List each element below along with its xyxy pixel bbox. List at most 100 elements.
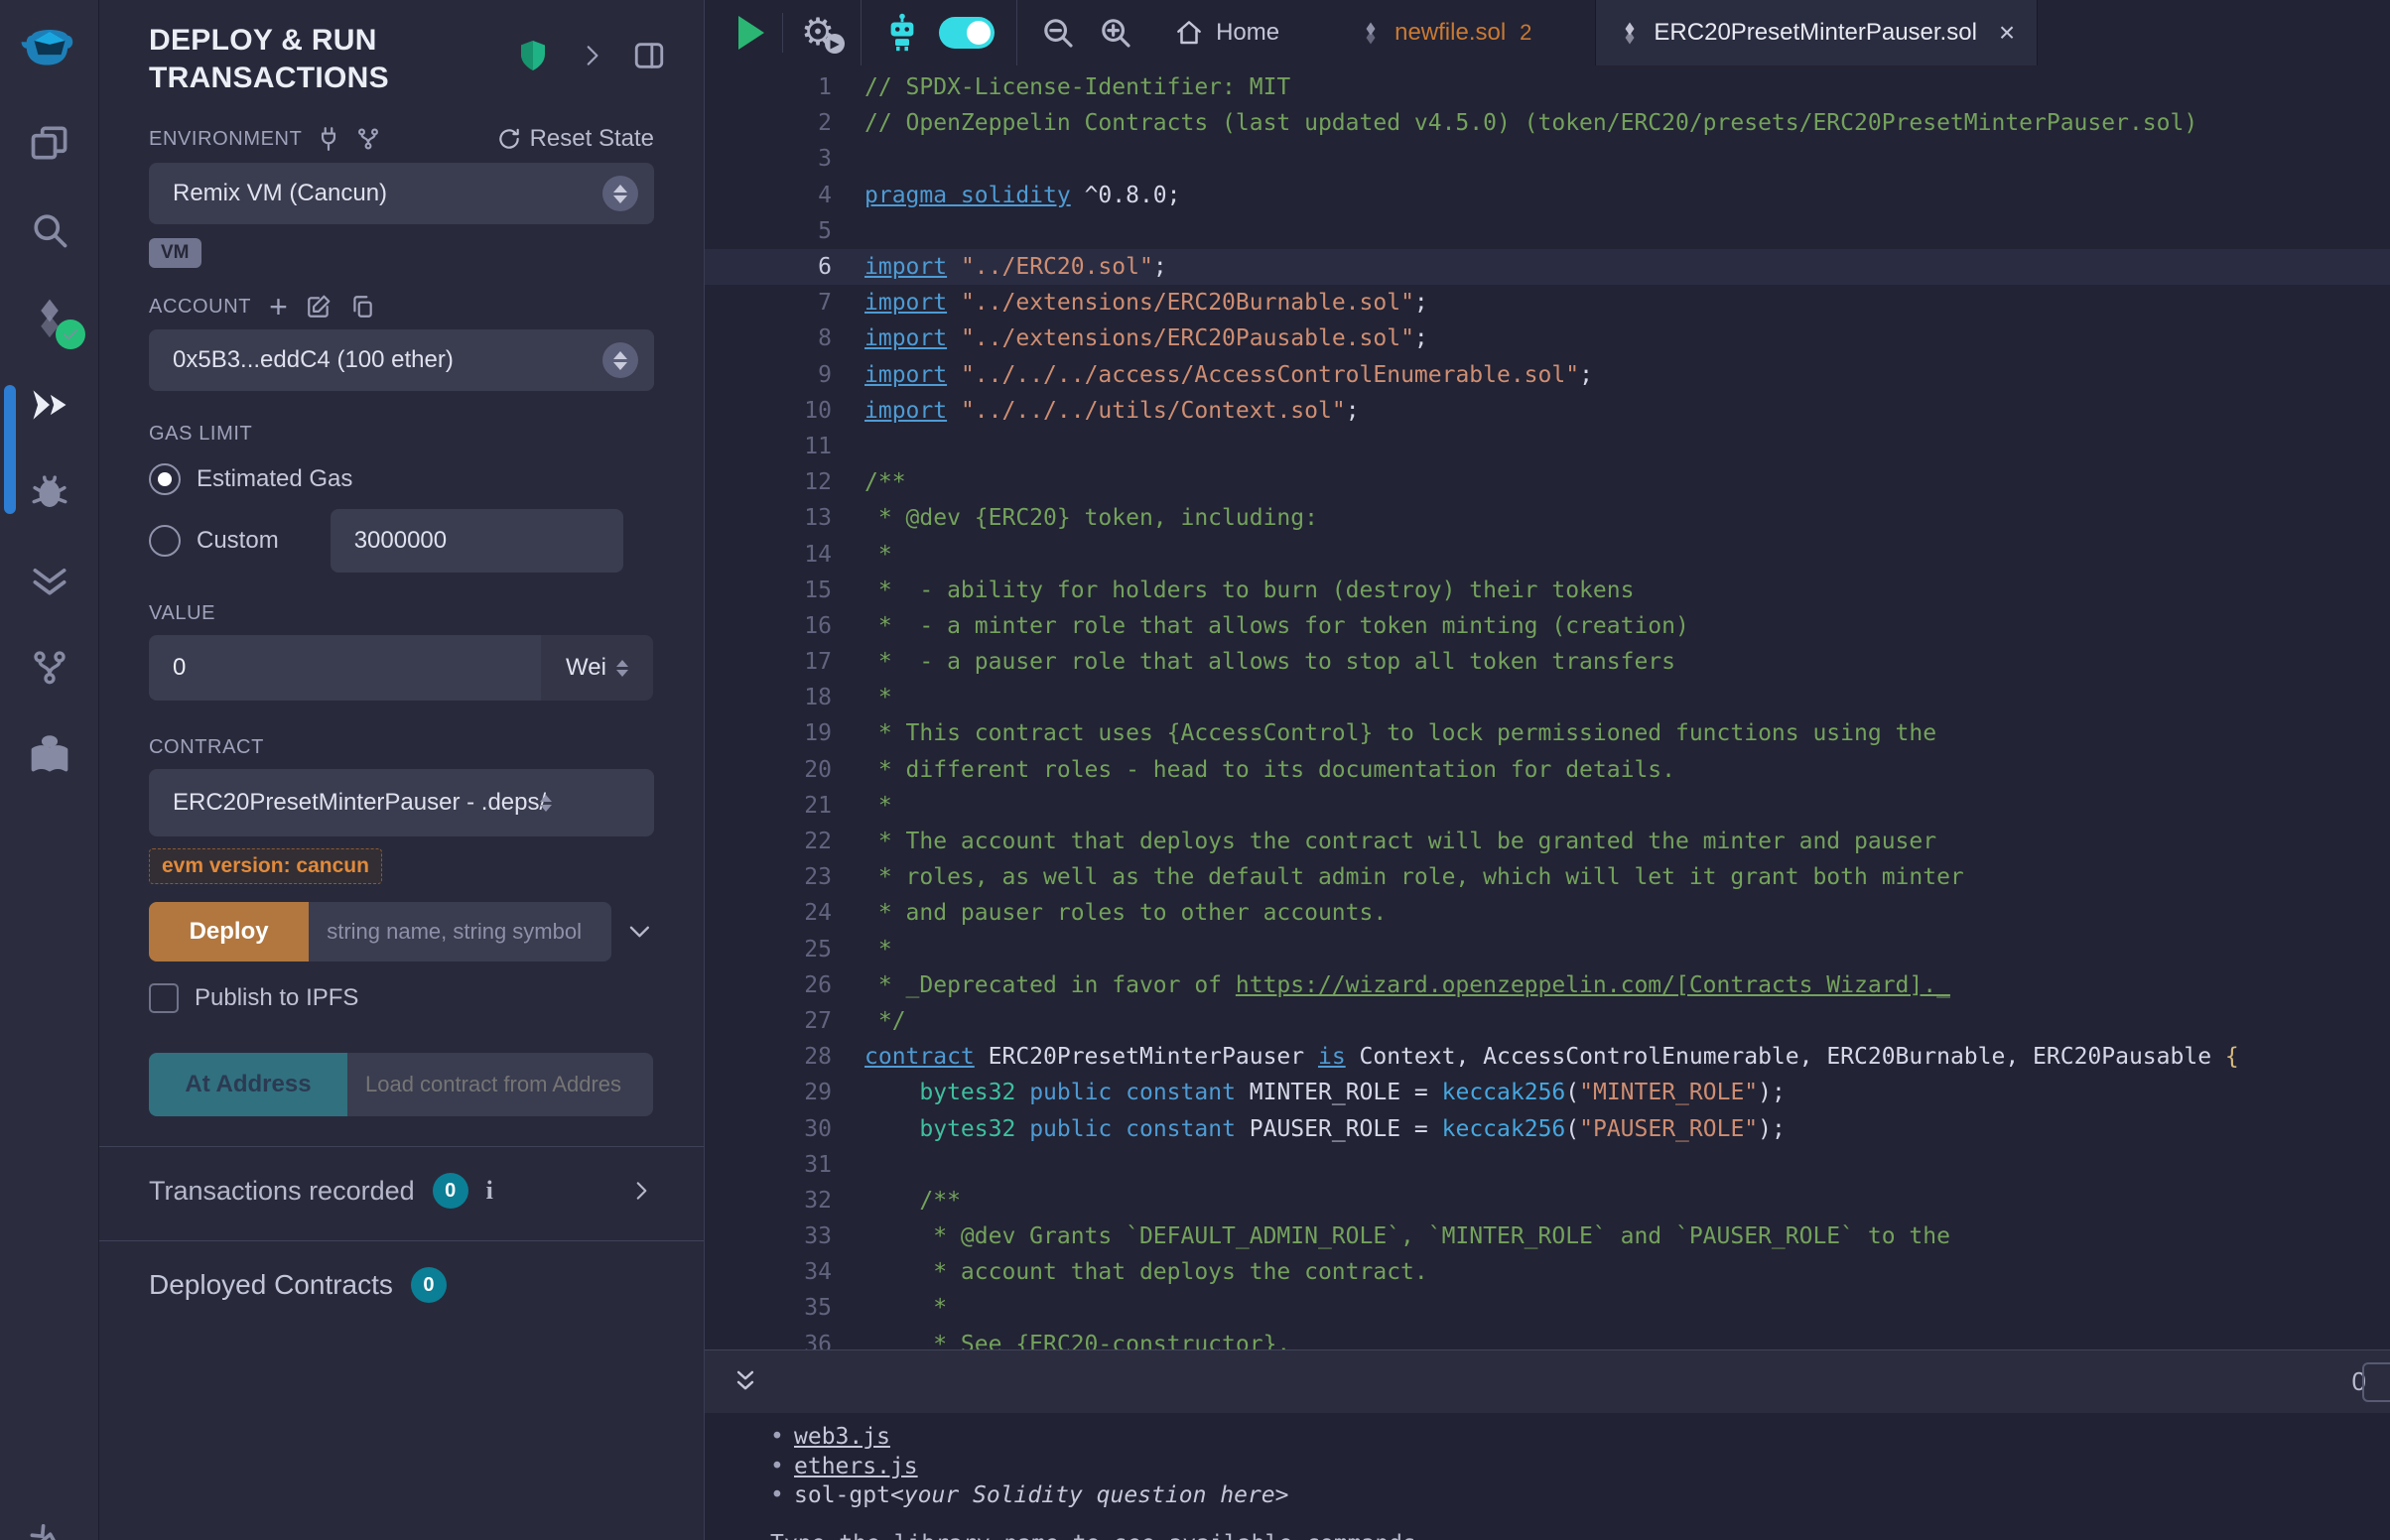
publish-ipfs-option[interactable]: Publish to IPFS [149,983,654,1013]
remix-logo[interactable] [0,0,99,99]
value-input[interactable] [149,635,541,701]
code-line[interactable]: 25 * [705,932,2390,967]
code-line[interactable]: 11 [705,429,2390,464]
publish-checkbox[interactable] [149,983,179,1013]
sidebar-item-search[interactable] [0,187,99,274]
code-line[interactable]: 18 * [705,680,2390,715]
value-unit-select[interactable]: Wei [541,635,653,701]
constructor-args-input[interactable] [309,902,611,962]
add-account-icon[interactable]: + [269,297,288,317]
terminal-search-box[interactable] [2362,1362,2390,1402]
reset-state-button[interactable]: Reset State [496,125,654,153]
code-line[interactable]: 20 * different roles - head to its docum… [705,752,2390,788]
line-number: 6 [705,254,832,280]
code-line[interactable]: 24 * and pauser roles to other accounts. [705,895,2390,931]
collapse-panel-icon[interactable] [579,43,604,68]
code-line[interactable]: 16 * - a minter role that allows for tok… [705,608,2390,644]
custom-gas-input[interactable] [331,509,623,573]
sidebar-item-deploy-run[interactable] [0,361,99,449]
sidebar-item-file-explorer[interactable] [0,99,99,187]
info-icon[interactable]: i [486,1176,493,1206]
code-line[interactable]: 10import "../../../utils/Context.sol"; [705,393,2390,429]
code-line[interactable]: 9import "../../../access/AccessControlEn… [705,357,2390,393]
code-line[interactable]: 22 * The account that deploys the contra… [705,824,2390,859]
tab-home[interactable]: Home [1152,0,1301,65]
environment-select[interactable]: Remix VM (Cancun) [149,163,654,224]
transactions-count-badge: 0 [433,1173,468,1209]
deploy-button[interactable]: Deploy [149,902,309,962]
at-address-input[interactable] [347,1053,653,1116]
shield-icon[interactable] [515,36,551,75]
account-select[interactable]: 0x5B3...eddC4 (100 ether) [149,329,654,391]
code-line[interactable]: 12/** [705,464,2390,500]
sidebar-item-debugger[interactable] [0,449,99,536]
line-number: 20 [705,757,832,783]
plug-icon[interactable] [316,126,341,152]
fork-environment-icon[interactable] [355,126,381,152]
code-line[interactable]: 7import "../extensions/ERC20Burnable.sol… [705,285,2390,321]
code-line[interactable]: 19 * This contract uses {AccessControl} … [705,715,2390,751]
code-line[interactable]: 28contract ERC20PresetMinterPauser is Co… [705,1039,2390,1075]
code-line[interactable]: 31 [705,1147,2390,1183]
close-tab-icon[interactable]: × [1999,17,2015,49]
zoom-out-button[interactable] [1039,14,1077,52]
code-line[interactable]: 34 * account that deploys the contract. [705,1254,2390,1290]
sidebar-item-learneth[interactable] [0,710,99,798]
code-line[interactable]: 6import "../ERC20.sol"; [705,249,2390,285]
custom-gas-option[interactable]: Custom [149,509,654,573]
code-line[interactable]: 13 * @dev {ERC20} token, including: [705,500,2390,536]
sign-message-icon[interactable] [306,294,332,320]
ai-assistant-button[interactable] [881,12,923,54]
zoom-out-icon [1039,14,1077,52]
code-line[interactable]: 23 * roles, as well as the default admin… [705,859,2390,895]
code-line[interactable]: 30 bytes32 public constant PAUSER_ROLE =… [705,1110,2390,1146]
code-line[interactable]: 1// SPDX-License-Identifier: MIT [705,69,2390,105]
at-address-button[interactable]: At Address [149,1053,347,1116]
run-script-button[interactable] [738,16,764,50]
sidebar-item-plugin-manager[interactable] [0,1498,99,1540]
learneth-icon [28,732,71,776]
tab-newfile[interactable]: newfile.sol 2 [1337,0,1553,65]
ai-copilot-toggle[interactable] [939,17,995,49]
terminal-link[interactable]: ethers.js [794,1453,918,1482]
deployed-contracts-section[interactable]: Deployed Contracts 0 [149,1267,654,1303]
code-line[interactable]: 33 * @dev Grants `DEFAULT_ADMIN_ROLE`, `… [705,1219,2390,1254]
code-line[interactable]: 35 * [705,1290,2390,1326]
expand-args-icon[interactable] [625,917,654,947]
terminal-output[interactable]: •web3.js•ethers.js•sol-gpt <your Solidit… [705,1413,2390,1540]
terminal-bar[interactable]: 0 [705,1349,2390,1413]
code-line[interactable]: 32 /** [705,1183,2390,1219]
code-line[interactable]: 27 */ [705,1003,2390,1039]
code-line[interactable]: 3 [705,141,2390,177]
expand-terminal-icon[interactable] [730,1367,760,1397]
transactions-recorded-section[interactable]: Transactions recorded 0 i [149,1173,654,1209]
sidebar-item-solidity-compiler[interactable] [0,274,99,361]
terminal-link[interactable]: web3.js [794,1423,890,1453]
code-line[interactable]: 29 bytes32 public constant MINTER_ROLE =… [705,1075,2390,1110]
code-line[interactable]: 4pragma solidity ^0.8.0; [705,178,2390,213]
tab-erc20presetminterpauser[interactable]: ERC20PresetMinterPauser.sol × [1595,0,2038,65]
estimated-gas-option[interactable]: Estimated Gas [149,459,654,499]
zoom-in-button[interactable] [1097,14,1134,52]
copy-address-icon[interactable] [349,294,375,320]
contract-select[interactable]: ERC20PresetMinterPauser - .deps/ [149,769,654,836]
code-line[interactable]: 14 * [705,536,2390,572]
sidebar-item-git[interactable] [0,623,99,710]
code-line[interactable]: 36 * See {ERC20-constructor}. [705,1327,2390,1349]
unit-testing-icon [28,558,71,601]
sidebar-item-unit-testing[interactable] [0,536,99,623]
code-line[interactable]: 2// OpenZeppelin Contracts (last updated… [705,105,2390,141]
line-number: 7 [705,290,832,316]
run-configuration-button[interactable]: ⚙▶ [801,14,835,52]
code-line[interactable]: 5 [705,213,2390,249]
expand-transactions-icon[interactable] [628,1178,654,1204]
activity-bar [0,0,99,1540]
code-line[interactable]: 21 * [705,788,2390,824]
code-line[interactable]: 15 * - ability for holders to burn (dest… [705,573,2390,608]
code-line[interactable]: 8import "../extensions/ERC20Pausable.sol… [705,321,2390,356]
code-editor[interactable]: 1// SPDX-License-Identifier: MIT2// Open… [705,65,2390,1349]
line-number: 10 [705,398,832,424]
code-line[interactable]: 17 * - a pauser role that allows to stop… [705,644,2390,680]
code-line[interactable]: 26 * _Deprecated in favor of https://wiz… [705,967,2390,1003]
pin-panel-icon[interactable] [632,39,666,72]
